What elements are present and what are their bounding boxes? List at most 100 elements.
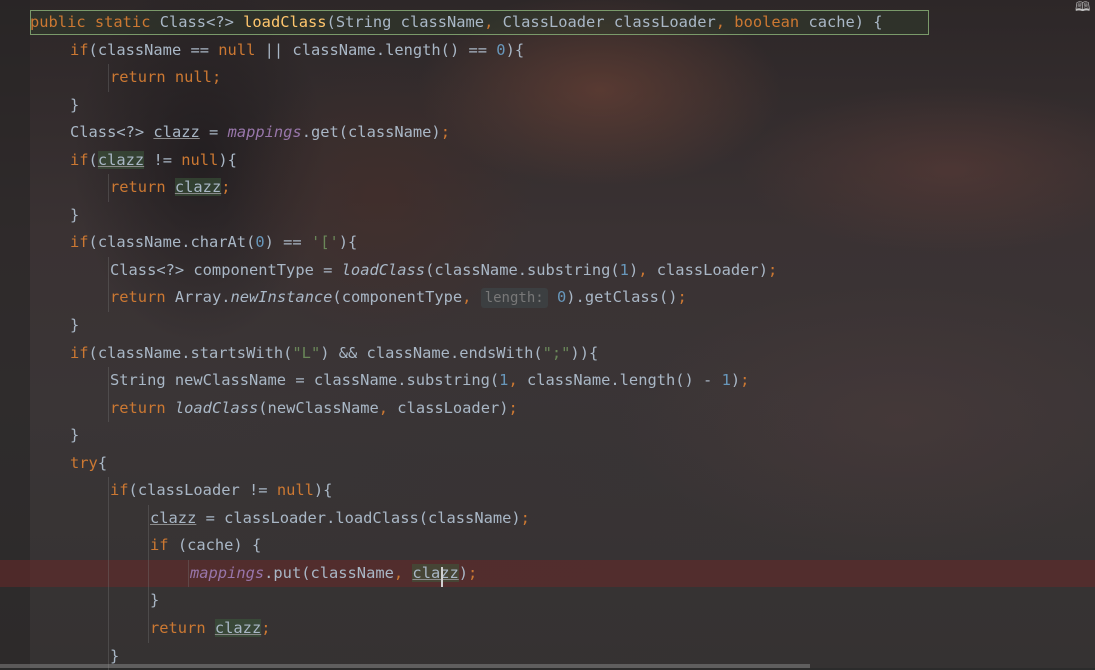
code-token: } xyxy=(70,316,80,335)
code-token: if xyxy=(150,536,178,555)
indent-guide xyxy=(108,477,109,505)
code-token: ) xyxy=(730,371,741,390)
code-token: ; xyxy=(211,68,222,87)
code-line[interactable]: public static Class<?> loadClass(String … xyxy=(0,9,1095,37)
indent-guide xyxy=(108,504,109,533)
indent-guide xyxy=(108,587,109,616)
code-line[interactable]: return Array.newInstance(componentType, … xyxy=(0,284,1095,313)
code-token: Array. xyxy=(174,288,231,307)
code-line[interactable]: } xyxy=(0,92,1095,120)
code-line-content: if(className.charAt(0) == '['){ xyxy=(70,229,357,257)
code-token: , xyxy=(715,13,735,31)
indent-guide xyxy=(108,615,109,643)
code-line[interactable]: return null; xyxy=(0,64,1095,92)
code-line-content: return clazz; xyxy=(150,615,271,643)
code-token: ; xyxy=(221,178,231,197)
code-token: mappings xyxy=(227,123,302,142)
code-token: (String className xyxy=(326,13,485,31)
code-line[interactable]: clazz = classLoader.loadClass(className)… xyxy=(0,504,1095,533)
code-line[interactable]: Class<?> componentType = loadClass(class… xyxy=(0,256,1095,285)
indent-guide xyxy=(148,615,149,643)
code-line[interactable]: if (cache) { xyxy=(0,532,1095,560)
code-line[interactable]: String newClassName = className.substrin… xyxy=(0,367,1095,395)
code-token: ) && className.endsWith( xyxy=(320,343,543,362)
code-line-content: try{ xyxy=(70,450,107,478)
code-line[interactable]: if(clazz != null){ xyxy=(0,147,1095,175)
code-token: if xyxy=(70,40,89,59)
code-token: (className.charAt( xyxy=(88,233,256,252)
code-token: , xyxy=(484,13,503,31)
code-token: (className.startsWith( xyxy=(88,343,293,362)
code-token: (classLoader != xyxy=(128,481,277,500)
code-token: 1 xyxy=(721,371,731,390)
code-token: null xyxy=(181,150,219,169)
code-line-content: if(className.startsWith("L") && classNam… xyxy=(70,340,598,368)
code-token: ) xyxy=(628,260,639,279)
code-line[interactable]: return clazz; xyxy=(0,174,1095,202)
code-token: , xyxy=(638,260,657,279)
code-token: ){ xyxy=(218,150,237,169)
code-line[interactable]: } xyxy=(0,312,1095,340)
code-line[interactable]: if(classLoader != null){ xyxy=(0,477,1095,505)
code-token: '[' xyxy=(310,233,339,252)
code-token: ; xyxy=(767,260,778,279)
indent-guide xyxy=(108,284,109,313)
code-token: public static xyxy=(30,13,160,31)
code-line[interactable]: mappings.put(className, clazz); xyxy=(0,559,1095,588)
code-token: Class<?> xyxy=(159,13,244,31)
code-token: "L" xyxy=(292,343,321,362)
indent-guide xyxy=(148,559,149,588)
code-token: } xyxy=(70,95,80,114)
code-line-content: return loadClass(newClassName, classLoad… xyxy=(110,395,518,423)
code-token: .put(className xyxy=(264,563,394,582)
code-token: try xyxy=(70,453,98,472)
code-line[interactable]: } xyxy=(0,587,1095,616)
code-token: , xyxy=(462,288,481,307)
code-line[interactable]: } xyxy=(0,422,1095,450)
code-token: null xyxy=(218,40,256,59)
code-line-content: mappings.put(className, clazz); xyxy=(190,560,477,588)
code-token: return xyxy=(110,178,175,197)
indent-guide xyxy=(108,174,109,202)
code-token: || className.length() == xyxy=(255,40,497,59)
code-token: 0 xyxy=(255,233,265,252)
code-line[interactable]: try{ xyxy=(0,450,1095,478)
code-line[interactable]: if(className == null || className.length… xyxy=(0,37,1095,65)
code-token: boolean xyxy=(734,13,809,31)
indent-guide xyxy=(108,64,109,92)
code-token: if xyxy=(110,481,129,500)
code-token: } xyxy=(70,426,80,445)
horizontal-scrollbar[interactable] xyxy=(0,664,810,668)
code-token: 0 xyxy=(557,288,567,307)
code-token: (cache) { xyxy=(177,536,262,555)
code-line-content: if(clazz != null){ xyxy=(70,147,237,175)
indent-guide xyxy=(108,559,109,588)
code-token: , xyxy=(393,563,413,582)
code-line[interactable]: return loadClass(newClassName, classLoad… xyxy=(0,394,1095,423)
code-token: (className == xyxy=(88,40,219,59)
code-line[interactable]: } xyxy=(0,202,1095,230)
code-token: cache) { xyxy=(808,13,883,31)
code-token: ; xyxy=(508,398,518,417)
code-editor[interactable]: public static Class<?> loadClass(String … xyxy=(0,9,1095,670)
code-token: , xyxy=(508,371,527,390)
code-line[interactable]: return clazz; xyxy=(0,615,1095,643)
code-token: classLoader) xyxy=(397,398,509,417)
code-token: return xyxy=(150,619,215,638)
indent-guide xyxy=(108,394,109,423)
code-line-content: String newClassName = className.substrin… xyxy=(110,367,749,395)
code-token: null xyxy=(276,481,314,500)
code-token: = classLoader.loadClass(className) xyxy=(196,508,521,527)
indent-guide xyxy=(108,532,109,560)
code-line[interactable]: if(className.charAt(0) == '['){ xyxy=(0,229,1095,257)
code-token: 1 xyxy=(619,260,629,279)
code-token: Class<?> componentType = xyxy=(110,260,342,279)
code-token: (componentType xyxy=(332,288,463,307)
code-line[interactable]: Class<?> clazz = mappings.get(className)… xyxy=(0,119,1095,147)
code-line-content: public static Class<?> loadClass(String … xyxy=(30,9,883,37)
code-token: ; xyxy=(440,123,450,142)
code-line[interactable]: if(className.startsWith("L") && classNam… xyxy=(0,340,1095,368)
code-token: ; xyxy=(261,619,271,638)
code-line-content: return Array.newInstance(componentType, … xyxy=(110,284,687,312)
